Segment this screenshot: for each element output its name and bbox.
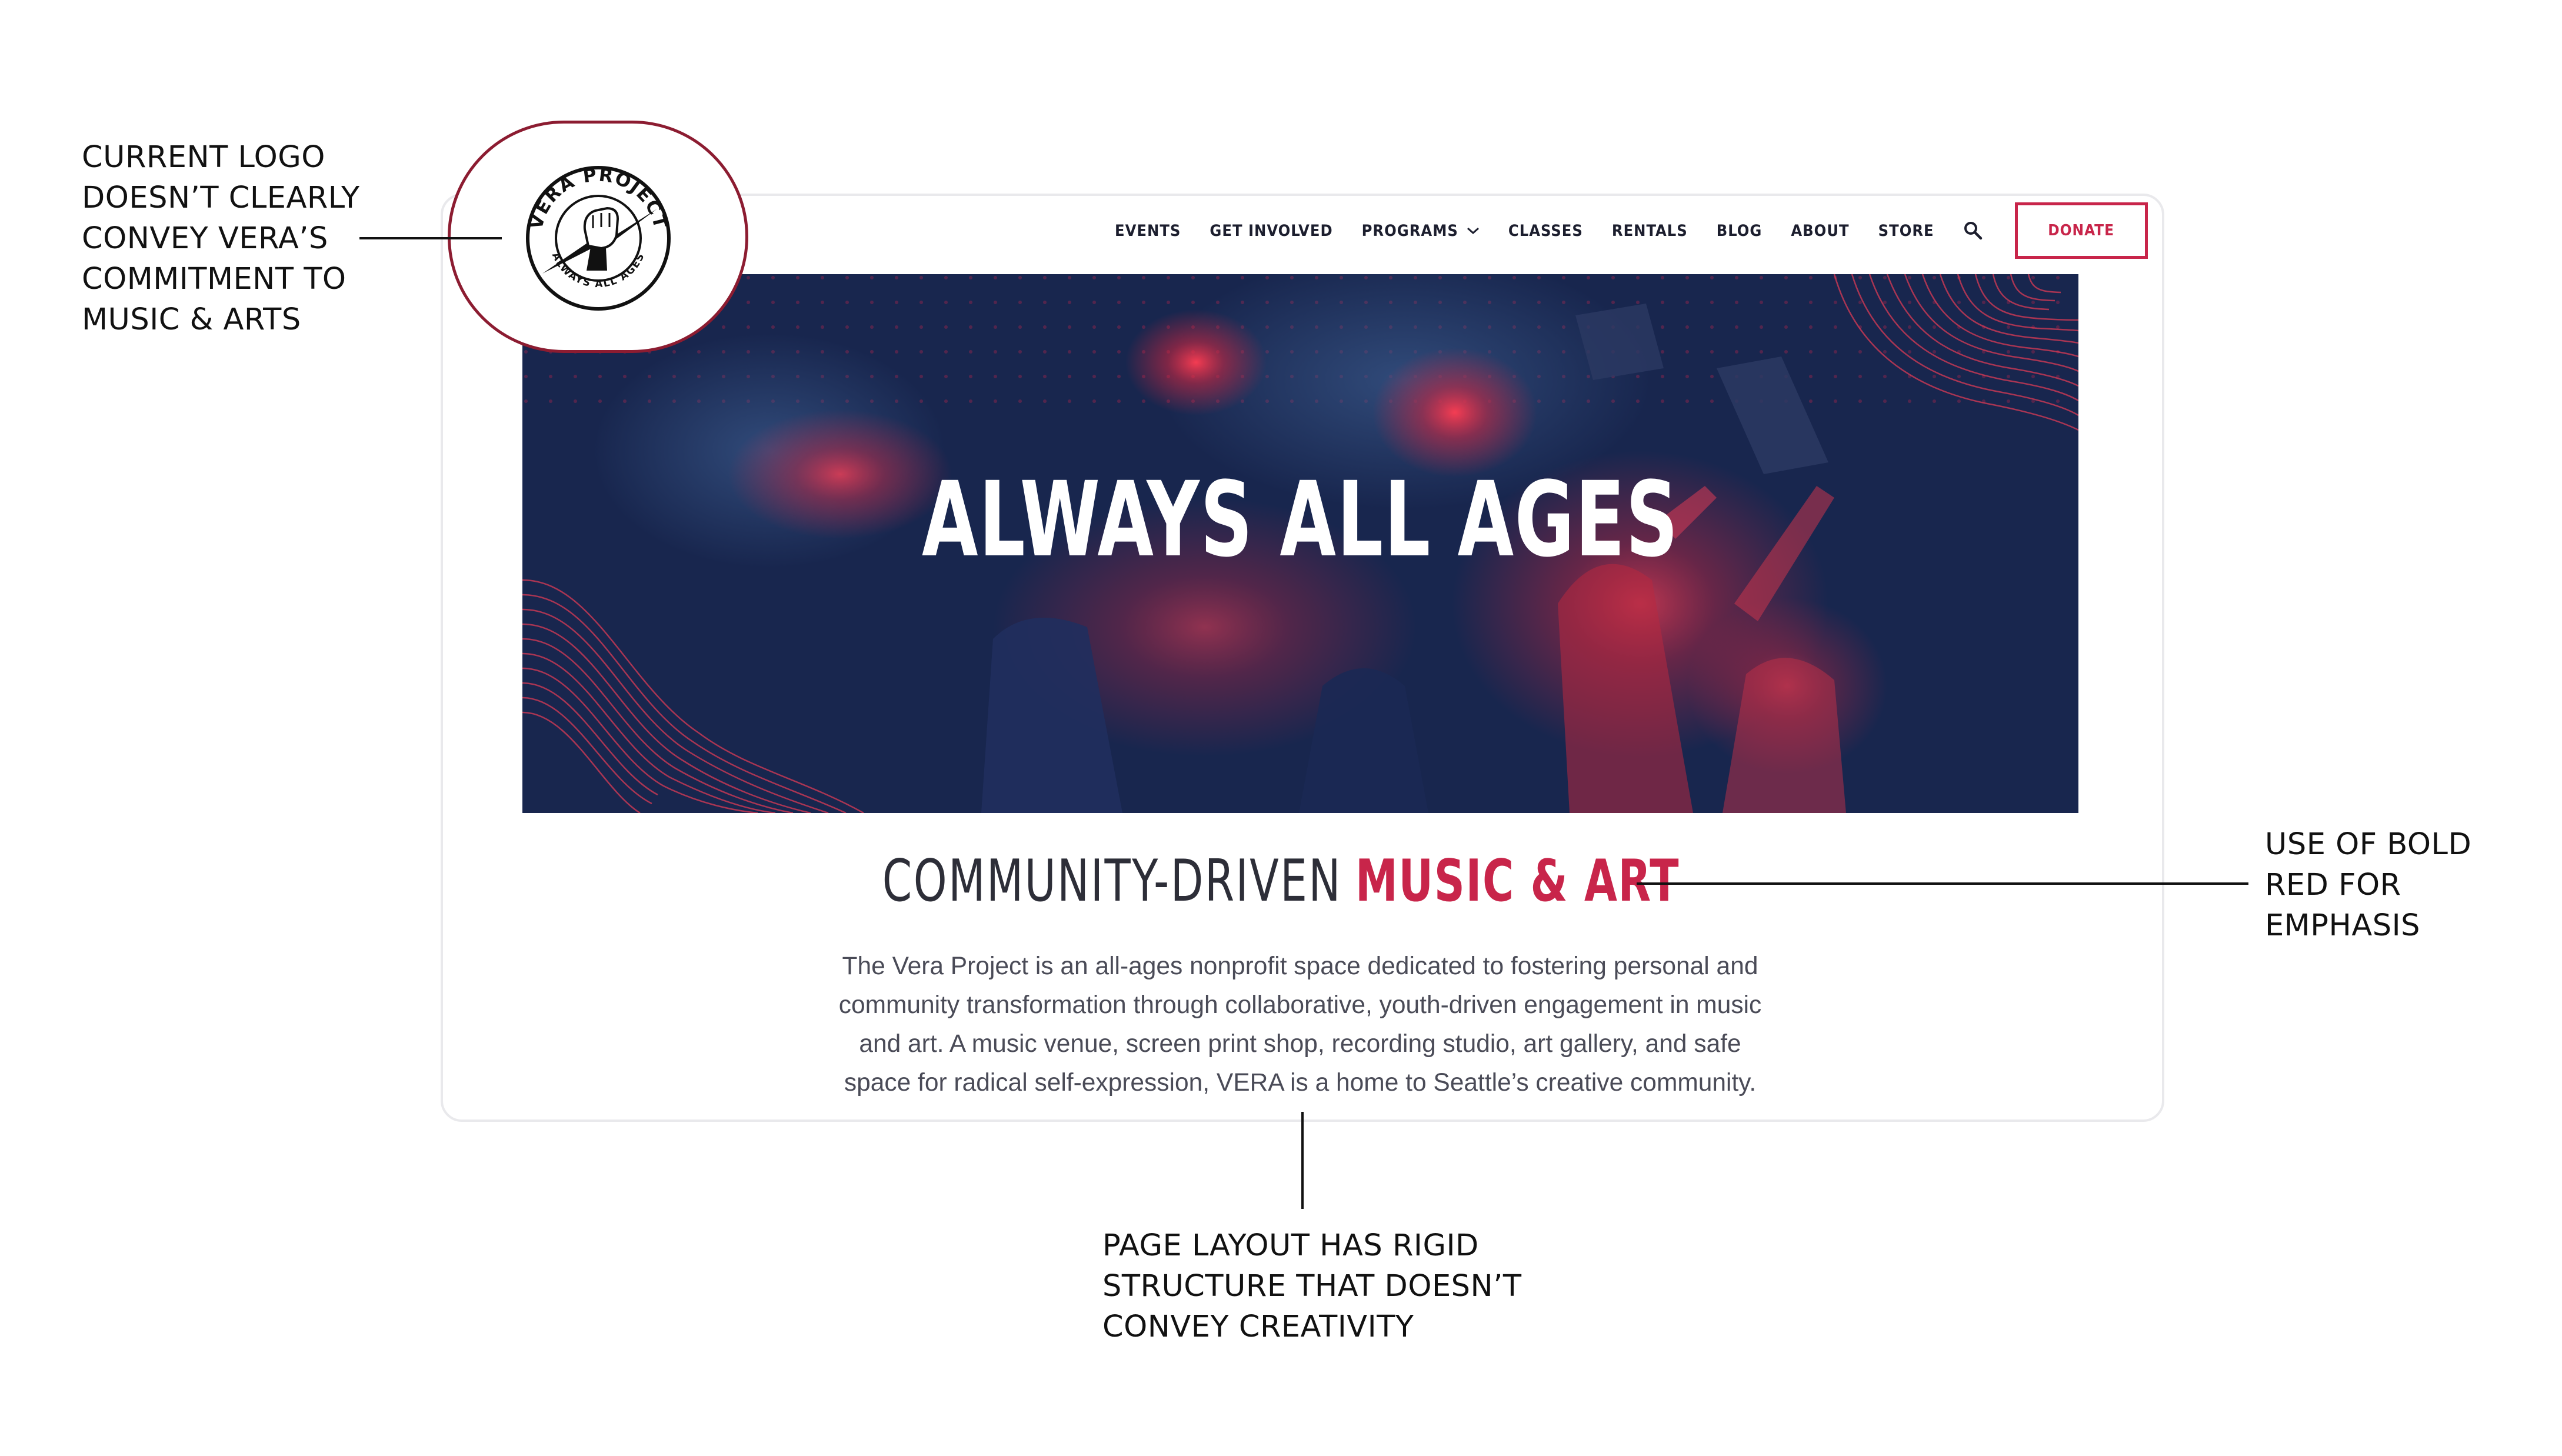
main-nav: EVENTS GET INVOLVED PROGRAMS CLASSES REN… bbox=[1115, 200, 2148, 261]
annotation-line: COMMITMENT TO bbox=[82, 262, 347, 296]
chevron-down-icon bbox=[1467, 227, 1479, 235]
headline-bold-text: MUSIC & ART bbox=[1355, 848, 1680, 915]
nav-rentals-label: RENTALS bbox=[1611, 221, 1688, 240]
nav-programs[interactable]: PROGRAMS bbox=[1362, 222, 1480, 240]
annotation-line: MUSIC & ARTS bbox=[82, 302, 301, 337]
search-icon[interactable] bbox=[1963, 221, 1983, 241]
annotation-line: RED FOR bbox=[2265, 868, 2401, 902]
nav-rentals[interactable]: RENTALS bbox=[1612, 222, 1688, 240]
annotation-line: CONVEY CREATIVITY bbox=[1102, 1310, 1414, 1344]
donate-button[interactable]: DONATE bbox=[2014, 202, 2148, 259]
annotation-line: EMPHASIS bbox=[2265, 908, 2421, 943]
nav-classes-label: CLASSES bbox=[1508, 221, 1583, 240]
nav-get-involved-label: GET INVOLVED bbox=[1210, 221, 1333, 240]
hero-banner: ALWAYS ALL AGES bbox=[522, 274, 2078, 813]
section-headline: COMMUNITY-DRIVEN MUSIC & ART bbox=[0, 846, 2562, 917]
hero-title: ALWAYS ALL AGES bbox=[921, 459, 1680, 580]
headline-light-text: COMMUNITY-DRIVEN bbox=[882, 848, 1342, 915]
annotation-logo: CURRENT LOGO DOESN’T CLEARLY CONVEY VERA… bbox=[82, 137, 360, 340]
annotation-line: USE OF BOLD bbox=[2265, 827, 2472, 862]
annotation-leader-line bbox=[359, 237, 502, 239]
nav-about-label: ABOUT bbox=[1791, 221, 1850, 240]
annotation-line: STRUCTURE THAT DOESN’T bbox=[1102, 1269, 1522, 1304]
nav-events-label: EVENTS bbox=[1115, 221, 1181, 240]
annotation-line: CONVEY VERA’S bbox=[82, 221, 328, 256]
nav-get-involved[interactable]: GET INVOLVED bbox=[1210, 222, 1332, 240]
nav-blog-label: BLOG bbox=[1716, 221, 1763, 240]
intro-line: and art. A music venue, screen print sho… bbox=[859, 1030, 1741, 1058]
nav-blog[interactable]: BLOG bbox=[1717, 222, 1763, 240]
intro-line: space for radical self-expression, VERA … bbox=[844, 1069, 1757, 1097]
annotation-leader-line bbox=[1301, 1112, 1304, 1209]
nav-classes[interactable]: CLASSES bbox=[1508, 222, 1583, 240]
vera-project-logo[interactable]: VERA PROJECT ALWAYS ALL AGES bbox=[519, 159, 678, 318]
nav-about[interactable]: ABOUT bbox=[1791, 222, 1849, 240]
nav-programs-label: PROGRAMS bbox=[1361, 221, 1458, 240]
nav-events[interactable]: EVENTS bbox=[1115, 222, 1181, 240]
nav-store-label: STORE bbox=[1878, 221, 1934, 240]
intro-line: The Vera Project is an all-ages nonprofi… bbox=[842, 952, 1758, 980]
search-icon-glyph bbox=[1964, 222, 1982, 240]
annotation-line: CURRENT LOGO bbox=[82, 140, 325, 175]
annotation-bold-red: USE OF BOLD RED FOR EMPHASIS bbox=[2265, 824, 2471, 946]
annotation-leader-line bbox=[1637, 882, 2248, 885]
annotation-layout: PAGE LAYOUT HAS RIGID STRUCTURE THAT DOE… bbox=[1102, 1225, 1522, 1347]
donate-label: DONATE bbox=[2048, 222, 2115, 239]
annotation-line: PAGE LAYOUT HAS RIGID bbox=[1102, 1228, 1479, 1263]
annotation-line: DOESN’T CLEARLY bbox=[82, 181, 360, 215]
intro-line: community transformation through collabo… bbox=[838, 991, 1762, 1019]
intro-paragraph: The Vera Project is an all-ages nonprofi… bbox=[782, 947, 1818, 1102]
nav-store[interactable]: STORE bbox=[1878, 222, 1934, 240]
